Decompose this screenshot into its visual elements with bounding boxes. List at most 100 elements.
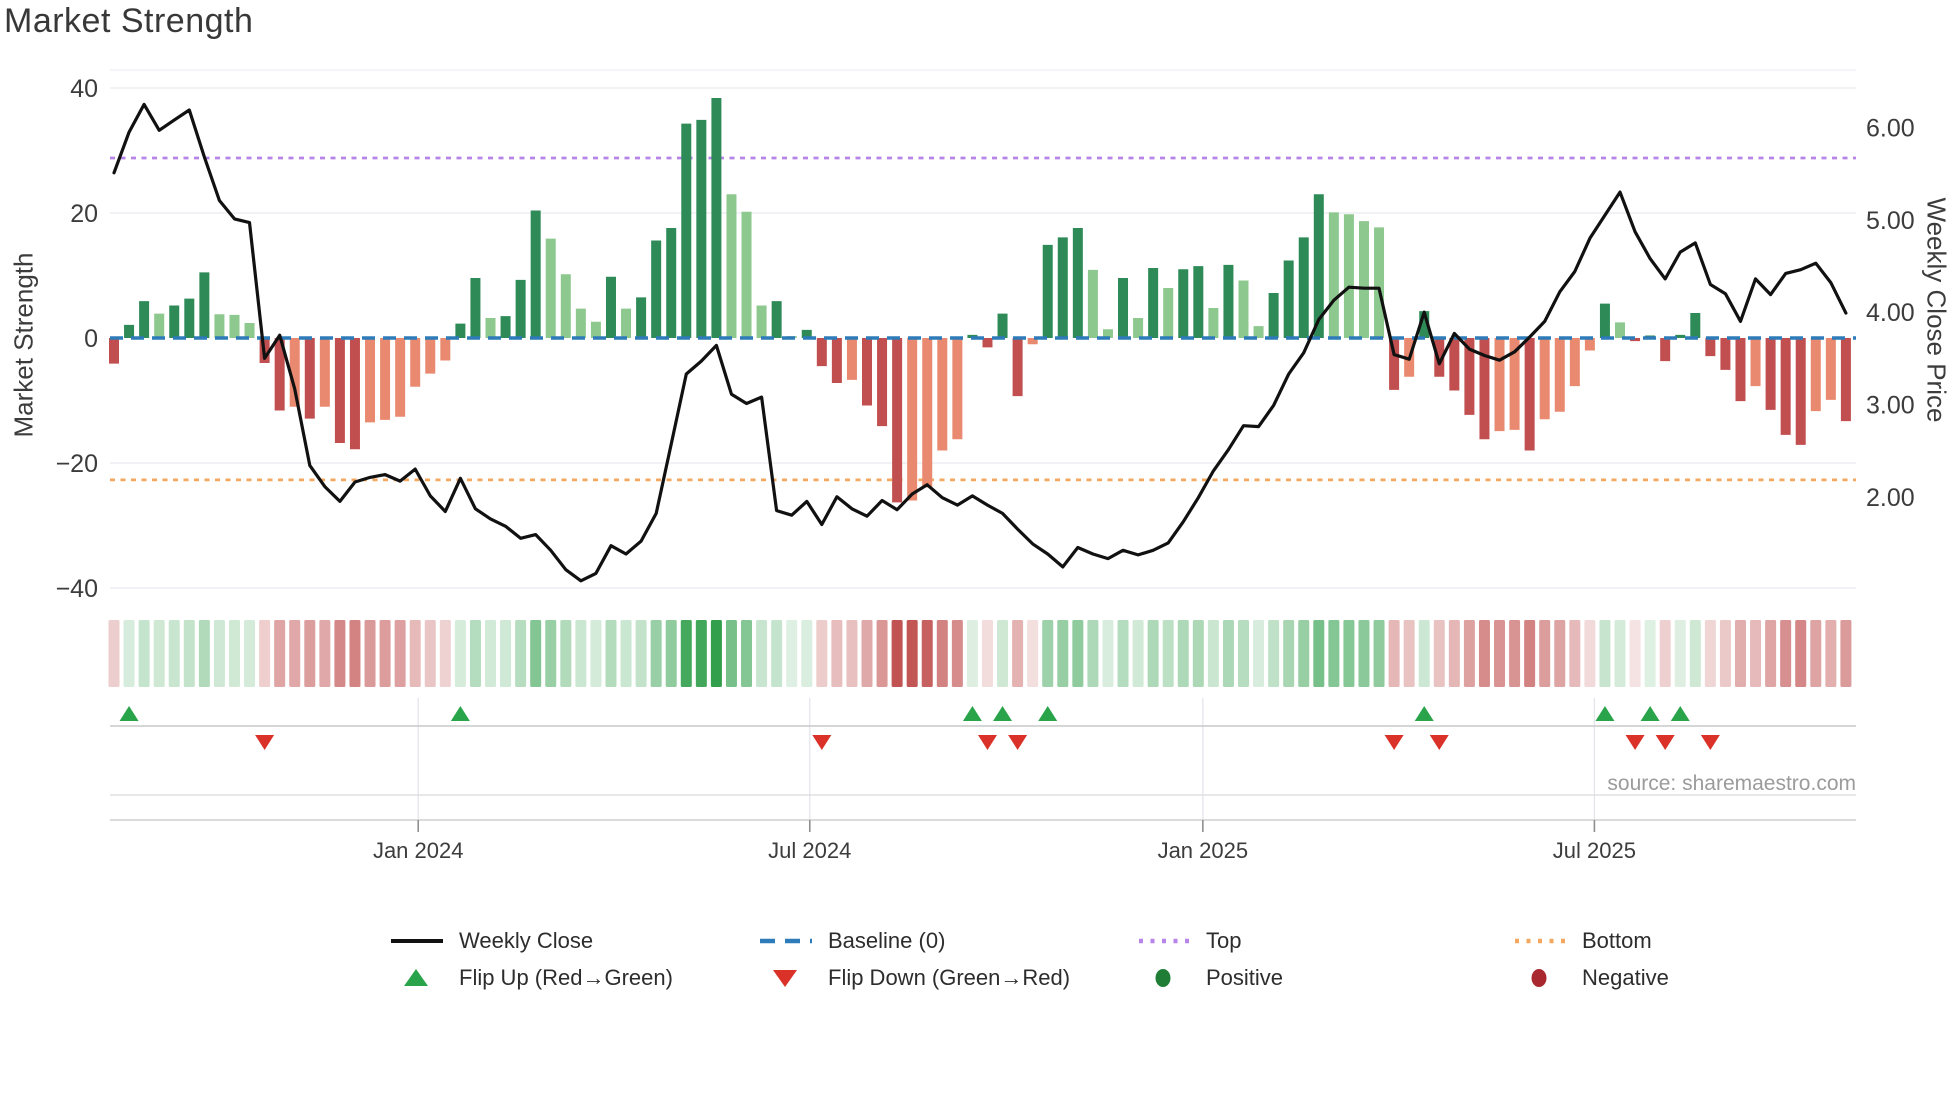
heatmap-cell [1569,620,1581,687]
strength-bar [636,297,647,338]
flip-up-marker [1414,706,1434,721]
heatmap-cell [1072,620,1084,687]
strength-bar [455,323,466,338]
heatmap-cell [620,620,632,687]
strength-bar [244,323,255,338]
strength-bar [1690,313,1701,338]
strength-bar [139,301,150,338]
heatmap-cell [153,620,165,687]
strength-bar [1283,260,1294,338]
heatmap-cell [590,620,602,687]
heatmap-cell [997,620,1009,687]
heatmap-cell [168,620,180,687]
strength-bar [199,272,210,338]
heatmap-cell [123,620,135,687]
positive-dot-icon [1155,969,1171,987]
right-y-tick-label: 6.00 [1866,115,1915,143]
heatmap-cell [951,620,963,687]
flip-up-marker [962,706,982,721]
legend-item-flip-up: Flip Up (Red→Green) [388,962,673,994]
heatmap-cell [319,620,331,687]
strength-bar [862,338,872,406]
heatmap-cell [515,620,527,687]
strength-bar [515,279,526,338]
flip-up-marker [993,706,1013,721]
heatmap-cell [1433,620,1445,687]
heatmap-cell [1750,620,1762,687]
strength-bar [1358,221,1369,338]
legend-item-top: Top [1135,925,1241,957]
heatmap-cell [108,620,120,687]
dotted-line-swatch [1139,938,1190,944]
heatmap-cell [1599,620,1611,687]
strength-bar [1328,212,1339,338]
strength-bar [1584,338,1595,351]
flip-up-icon [404,969,428,986]
heatmap-cell [605,620,617,687]
strength-bar [816,338,827,367]
strength-bar [1735,338,1746,402]
x-tick-label: Jul 2024 [768,838,851,863]
strength-bar [485,318,496,338]
source-credit: source: sharemaestro.com [1607,772,1856,795]
heatmap-cell [1810,620,1822,687]
strength-bar [621,308,632,338]
strength-bar [756,305,767,338]
heatmap-cell [138,620,150,687]
flip-up-marker [1670,706,1690,721]
flip-down-marker [1625,735,1645,750]
heatmap-cell [1448,620,1460,687]
strength-bar [380,338,391,420]
strength-bar [124,324,135,338]
heatmap-cell [936,620,948,687]
strength-bar [1178,269,1189,338]
heatmap-cell [228,620,240,687]
heatmap-cell [1283,620,1295,687]
heatmap-cell [1177,620,1189,687]
strength-bar [937,338,948,451]
legend-item-flip-down: Flip Down (Green→Red) [757,962,1070,994]
strength-bar [1298,237,1309,338]
strength-bar [651,240,662,338]
heatmap-cell [1795,620,1807,687]
x-tick-label: Jan 2025 [1158,838,1249,863]
heatmap-cell [695,620,707,687]
heatmap-cell [1207,620,1219,687]
x-tick-label: Jan 2024 [373,838,464,863]
solid-line-swatch [391,939,443,943]
heatmap-cell [816,620,828,687]
heatmap-cell [1268,620,1280,687]
heatmap-cell [1418,620,1430,687]
heatmap-cell [1313,620,1325,687]
strength-bar [1825,338,1836,400]
left-y-tick-label: 20 [70,200,98,228]
legend-label: Weekly Close [459,928,594,953]
heatmap-cell [1132,620,1144,687]
flip-down-marker [1384,735,1404,750]
heatmap-cell [560,620,572,687]
legend-item-positive: Positive [1135,962,1283,994]
strength-bar [1780,338,1791,435]
heatmap-cell [801,620,813,687]
heatmap-cell [710,620,722,687]
strength-bar [575,308,586,338]
heatmap-cell [485,620,496,687]
heatmap-cell [906,620,918,687]
chart-canvas: 40 20 0 −20 −40 6.00 5.00 4.00 3.00 2.00 Jan 2024 J… [56,69,1915,863]
heatmap-cell [545,620,557,687]
heatmap-cell [1765,620,1777,687]
heatmap-cell [876,620,888,687]
strength-bar [1494,338,1505,432]
heatmap-cell [183,620,195,687]
negative-dot-icon [1531,969,1547,987]
heatmap-cell [1494,620,1506,687]
heatmap-cell [409,620,421,687]
legend-label: Bottom [1582,928,1652,953]
heatmap-cell [439,620,451,687]
strength-bar [1238,280,1249,338]
strength-bar [1795,338,1806,445]
heatmap-cell [1614,620,1626,687]
strength-bar [1118,278,1129,338]
heatmap-cell [635,620,647,687]
heatmap-cell [1539,620,1551,687]
